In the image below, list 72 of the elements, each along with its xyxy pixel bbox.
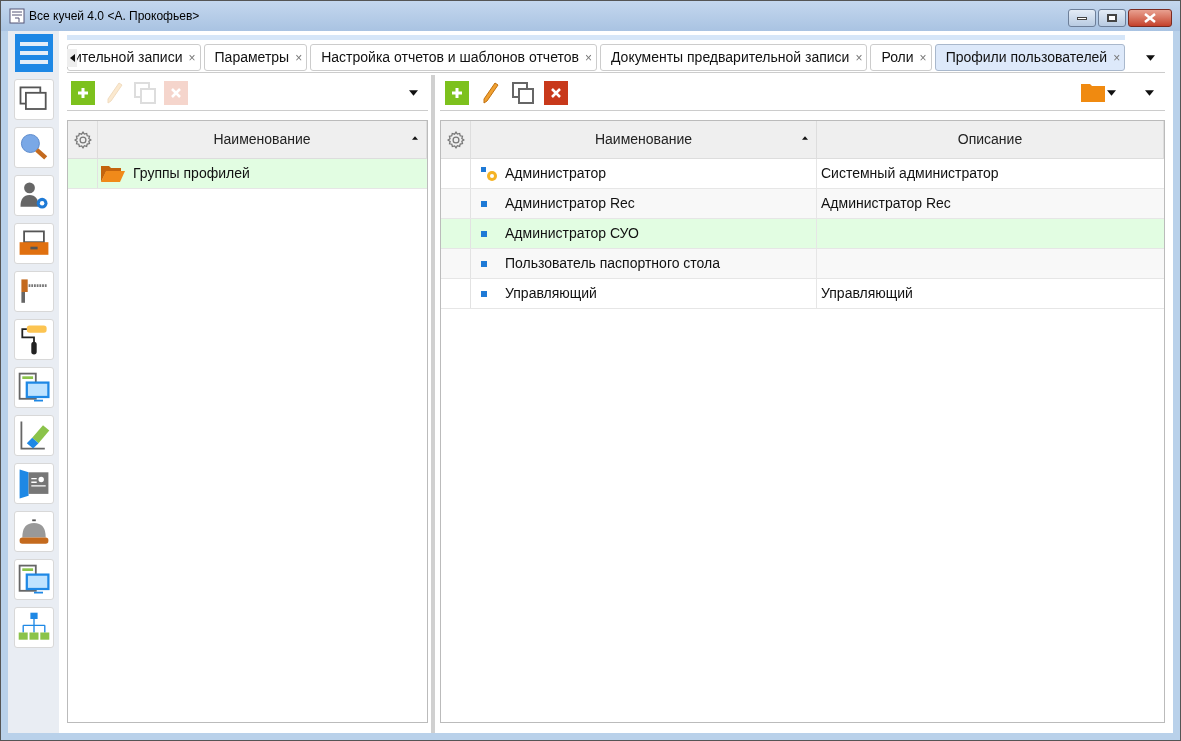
close-tab-button[interactable]: × — [188, 48, 196, 67]
drawer-button[interactable] — [13, 223, 54, 264]
windows-button[interactable] — [13, 79, 54, 120]
grid-row[interactable]: Администратор Rec Администратор Rec — [441, 189, 1164, 219]
plus-icon — [77, 86, 89, 99]
table-cell-text: Администратор Rec — [821, 194, 951, 213]
dropdown-caret-icon[interactable] — [409, 89, 418, 96]
settings-icon[interactable] — [445, 129, 466, 150]
sort-arrow-icon — [802, 136, 808, 140]
search-button[interactable] — [13, 127, 54, 168]
grid-row[interactable]: Пользователь паспортного стола — [441, 249, 1164, 279]
table-cell-text: Группы профилей — [133, 164, 250, 183]
plus-icon — [451, 86, 463, 99]
close-tab-button[interactable]: × — [1113, 48, 1121, 67]
table-cell-text: Администратор — [505, 164, 606, 183]
paint-roller-button[interactable] — [13, 319, 54, 360]
tab[interactable]: Параметры × — [203, 44, 308, 71]
copy-button[interactable] — [511, 80, 535, 105]
dropdown-caret-icon[interactable] — [1107, 89, 1116, 96]
scroll-left-button[interactable] — [67, 49, 77, 67]
id-card-button[interactable] — [13, 463, 54, 504]
copy-icon — [133, 80, 157, 105]
close-icon — [1144, 13, 1156, 23]
dropdown-caret-icon[interactable] — [1145, 89, 1154, 96]
service-bell-button[interactable] — [13, 511, 54, 552]
tab[interactable]: Документы предварительной записи × — [599, 44, 868, 71]
table-cell-text: Системный администратор — [821, 164, 999, 183]
sort-arrow-icon — [412, 136, 418, 140]
settings-icon[interactable] — [72, 129, 93, 150]
barrier-button[interactable] — [13, 271, 54, 312]
menu-button[interactable] — [14, 34, 53, 72]
folder-dropdown-button[interactable] — [1081, 83, 1116, 102]
pencil-icon — [105, 81, 123, 104]
column-header[interactable]: Наименование — [594, 129, 693, 150]
tab[interactable]: Профили пользователей × — [934, 44, 1126, 71]
window-title: Все кучей 4.0 <А. Прокофьев> — [29, 8, 200, 25]
cross-icon — [551, 87, 561, 98]
table-cell-text: Администратор Rec — [505, 194, 635, 213]
close-button[interactable] — [1128, 9, 1172, 27]
org-chart-button[interactable] — [13, 607, 54, 648]
cross-icon — [171, 87, 181, 98]
tab[interactable]: ительной записи × — [67, 44, 201, 71]
folder-icon — [101, 165, 125, 182]
grid-row[interactable]: Управляющий Управляющий — [441, 279, 1164, 309]
column-header[interactable]: Наименование — [213, 129, 311, 150]
tab[interactable]: Настройка отчетов и шаблонов отчетов × — [310, 44, 597, 71]
table-cell-text: Администратор СУО — [505, 224, 639, 243]
minimize-button[interactable] — [1068, 9, 1096, 27]
table-cell-text: Управляющий — [821, 284, 913, 303]
monitor-button[interactable] — [13, 367, 54, 408]
eraser-button[interactable] — [13, 415, 54, 456]
grid-row[interactable]: Администратор Системный администратор — [441, 159, 1164, 189]
tab[interactable]: Роли × — [870, 44, 932, 71]
app-icon — [9, 8, 25, 24]
left-arrow-icon — [69, 54, 75, 62]
dropdown-caret-icon[interactable] — [1145, 54, 1155, 61]
monitor-button[interactable] — [13, 559, 54, 600]
pencil-icon — [481, 81, 499, 104]
table-cell-text: Пользователь паспортного стола — [505, 254, 721, 273]
close-tab-button[interactable]: × — [919, 48, 927, 67]
grid-row[interactable]: Администратор СУО — [441, 219, 1164, 249]
close-tab-button[interactable]: × — [855, 48, 863, 67]
close-tab-button[interactable]: × — [295, 48, 303, 67]
user-settings-button[interactable] — [13, 175, 54, 216]
delete-button[interactable] — [544, 80, 568, 105]
close-tab-button[interactable]: × — [584, 48, 592, 67]
column-header[interactable]: Описание — [957, 129, 1023, 150]
copy-icon — [511, 80, 535, 105]
maximize-button[interactable] — [1098, 9, 1126, 27]
table-cell-text: Управляющий — [505, 284, 597, 303]
grid-row[interactable]: Группы профилей — [68, 159, 427, 189]
folder-icon — [1081, 83, 1105, 102]
